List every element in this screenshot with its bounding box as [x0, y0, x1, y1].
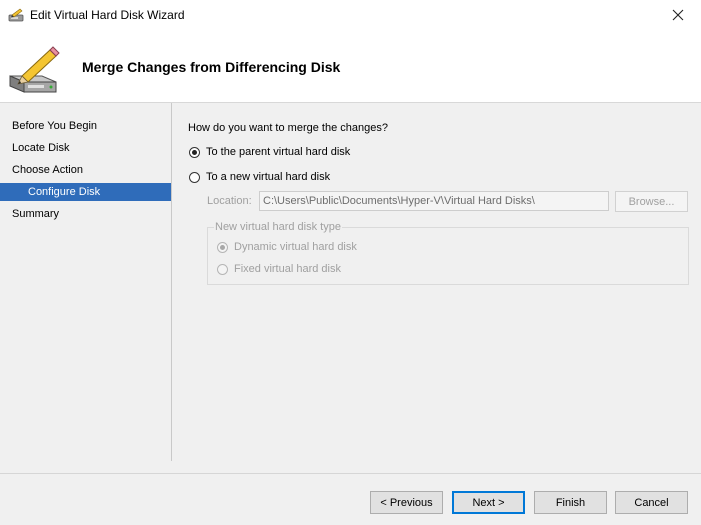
disk-type-legend: New virtual hard disk type [214, 221, 342, 233]
disk-type-group [207, 227, 689, 285]
location-field[interactable]: C:\Users\Public\Documents\Hyper-V\Virtua… [259, 191, 609, 211]
cancel-button[interactable]: Cancel [615, 491, 688, 514]
sidebar-item-locate-disk[interactable]: Locate Disk [0, 139, 171, 157]
sidebar-item-configure-disk[interactable]: Configure Disk [0, 183, 171, 201]
main-panel: How do you want to merge the changes? To… [172, 103, 701, 473]
radio-new-disk-label: To a new virtual hard disk [206, 171, 331, 183]
radio-parent-disk-label: To the parent virtual hard disk [206, 146, 351, 158]
disk-pencil-icon [8, 8, 24, 22]
disk-pencil-icon [6, 46, 62, 94]
sidebar-item-summary[interactable]: Summary [0, 205, 171, 223]
close-icon [672, 9, 684, 21]
radio-dynamic-disk[interactable]: Dynamic virtual hard disk [217, 241, 357, 253]
next-button[interactable]: Next > [452, 491, 525, 514]
radio-dynamic-disk-label: Dynamic virtual hard disk [234, 241, 357, 253]
close-button[interactable] [655, 0, 701, 30]
radio-parent-disk[interactable]: To the parent virtual hard disk [189, 146, 350, 158]
wizard-steps-sidebar: Before You Begin Locate Disk Choose Acti… [0, 103, 172, 461]
wizard-header: Merge Changes from Differencing Disk [0, 30, 701, 103]
radio-button[interactable] [189, 146, 200, 158]
sidebar-item-choose-action[interactable]: Choose Action [0, 161, 171, 179]
window-title: Edit Virtual Hard Disk Wizard [30, 8, 185, 22]
radio-button[interactable] [189, 171, 200, 183]
sidebar-item-before-you-begin[interactable]: Before You Begin [0, 117, 171, 135]
radio-new-disk[interactable]: To a new virtual hard disk [189, 171, 330, 183]
page-title: Merge Changes from Differencing Disk [82, 59, 341, 75]
radio-fixed-disk[interactable]: Fixed virtual hard disk [217, 263, 341, 275]
radio-fixed-disk-label: Fixed virtual hard disk [234, 263, 341, 275]
merge-question: How do you want to merge the changes? [188, 122, 388, 134]
browse-button[interactable]: Browse... [615, 191, 688, 212]
previous-button[interactable]: < Previous [370, 491, 443, 514]
footer-divider [0, 473, 701, 474]
finish-button[interactable]: Finish [534, 491, 607, 514]
radio-button[interactable] [217, 263, 228, 275]
title-bar: Edit Virtual Hard Disk Wizard [0, 0, 701, 30]
location-label: Location: [207, 195, 252, 207]
radio-button[interactable] [217, 241, 228, 253]
